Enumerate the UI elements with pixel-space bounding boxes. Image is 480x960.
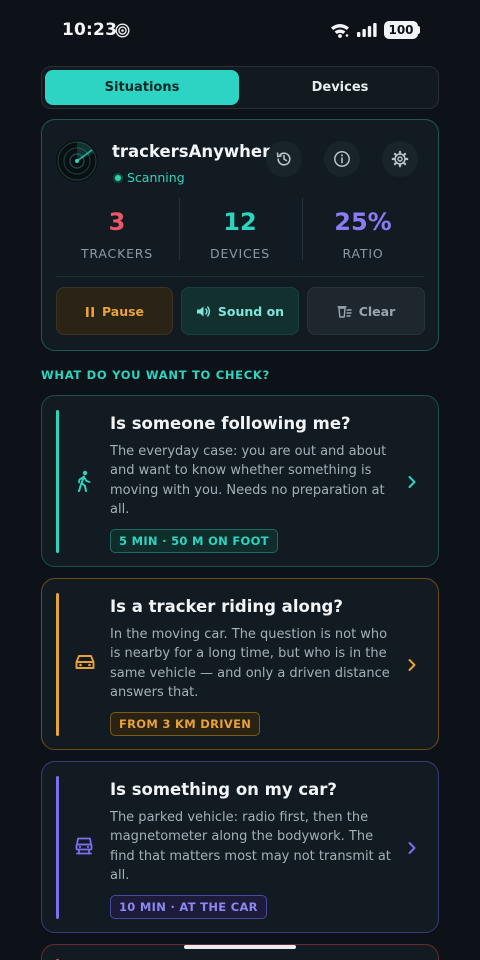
tab-devices[interactable]: Devices bbox=[243, 70, 437, 105]
battery-cap bbox=[418, 26, 420, 34]
walking-icon bbox=[74, 470, 94, 496]
scanning-indicator-dot bbox=[115, 175, 121, 181]
status-time: 10:23 bbox=[62, 20, 118, 40]
clear-button[interactable]: Clear bbox=[307, 287, 425, 335]
signal-icon bbox=[356, 22, 378, 42]
history-button[interactable] bbox=[266, 141, 302, 177]
situation-card-following[interactable]: Is someone following me? The everyday ca… bbox=[41, 395, 439, 567]
clear-icon bbox=[337, 304, 359, 319]
stat-trackers-value: 3 bbox=[108, 208, 126, 236]
cast-icon bbox=[115, 23, 130, 42]
stat-ratio-value: 25% bbox=[334, 208, 392, 236]
pause-button[interactable]: Pause bbox=[56, 287, 173, 335]
car-icon bbox=[74, 653, 96, 675]
car-underside-icon bbox=[74, 836, 94, 860]
chevron-right-icon bbox=[406, 474, 418, 493]
home-indicator[interactable] bbox=[184, 945, 296, 949]
section-title: WHAT DO YOU WANT TO CHECK? bbox=[41, 368, 270, 382]
segmented-tabs: Situations Devices bbox=[41, 66, 439, 109]
sound-button[interactable]: Sound on bbox=[181, 287, 299, 335]
radar-icon bbox=[56, 140, 98, 182]
battery-icon: 100 bbox=[384, 21, 418, 39]
speaker-icon bbox=[196, 304, 218, 319]
card-accent-bar bbox=[56, 593, 59, 736]
app-name: trackersAnywhere bbox=[112, 142, 282, 161]
sound-label: Sound on bbox=[217, 304, 285, 319]
situation-description: The parked vehicle: radio first, then th… bbox=[110, 810, 391, 883]
pause-label: Pause bbox=[101, 304, 145, 319]
settings-button[interactable] bbox=[382, 141, 418, 177]
situation-description: In the moving car. The question is not w… bbox=[110, 627, 390, 700]
situation-title: Is a tracker riding along? bbox=[110, 597, 343, 616]
tab-situations[interactable]: Situations bbox=[45, 70, 239, 105]
status-bar: 10:23 100 bbox=[0, 0, 480, 60]
situation-badge: 5 MIN · 50 M ON FOOT bbox=[110, 529, 278, 553]
stat-trackers: 3 TRACKERS bbox=[57, 204, 177, 261]
stat-devices: 12 DEVICES bbox=[180, 204, 300, 261]
stat-trackers-label: TRACKERS bbox=[81, 246, 153, 261]
situation-card-riding-along[interactable]: Is a tracker riding along? In the moving… bbox=[41, 578, 439, 750]
situation-title: Is something on my car? bbox=[110, 780, 337, 799]
pause-icon bbox=[85, 304, 102, 319]
stat-devices-value: 12 bbox=[223, 208, 257, 236]
chevron-right-icon bbox=[406, 657, 418, 676]
stat-devices-label: DEVICES bbox=[210, 246, 270, 261]
info-button[interactable] bbox=[324, 141, 360, 177]
situation-title: Is someone following me? bbox=[110, 414, 351, 433]
card-accent-bar bbox=[56, 776, 59, 919]
scanner-card: trackersAnywhere Scanning 3 TRACKERS 12 … bbox=[41, 119, 439, 351]
stat-ratio: 25% RATIO bbox=[303, 204, 423, 261]
situation-description: The everyday case: you are out and about… bbox=[110, 444, 387, 517]
situation-badge: 10 MIN · AT THE CAR bbox=[110, 895, 267, 919]
wifi-icon bbox=[330, 22, 350, 42]
card-divider bbox=[56, 276, 424, 277]
stat-ratio-label: RATIO bbox=[342, 246, 384, 261]
situation-card-on-car[interactable]: Is something on my car? The parked vehic… bbox=[41, 761, 439, 933]
situation-badge: FROM 3 KM DRIVEN bbox=[110, 712, 261, 736]
scanning-status: Scanning bbox=[127, 170, 185, 185]
chevron-right-icon bbox=[406, 840, 418, 859]
card-accent-bar bbox=[56, 410, 59, 553]
clear-label: Clear bbox=[358, 304, 396, 319]
